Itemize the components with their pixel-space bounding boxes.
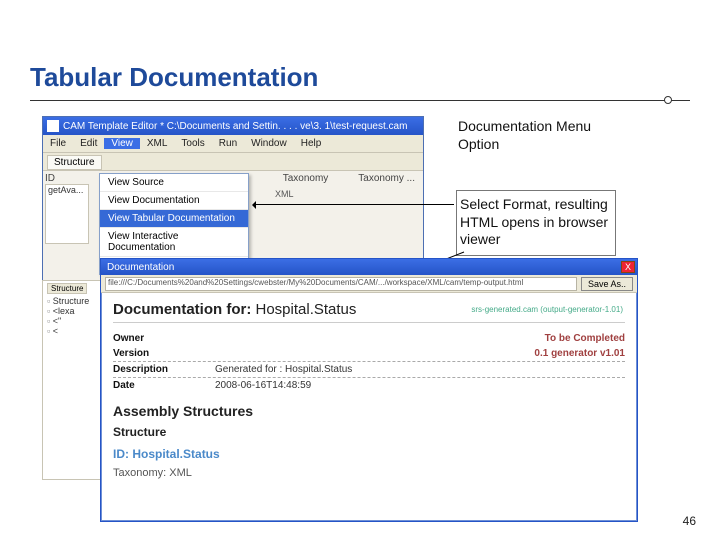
- tab-structure[interactable]: Structure: [47, 155, 102, 170]
- arrow-to-menu: [254, 204, 454, 205]
- structure-panel: Structure Structure <lexa <" <: [42, 280, 104, 480]
- struct-node: <lexa: [47, 306, 99, 316]
- menu-edit[interactable]: Edit: [73, 138, 104, 149]
- col-xml: XML: [275, 189, 294, 199]
- title-end-dot: [664, 96, 672, 104]
- meta-owner-k: Owner: [113, 333, 215, 344]
- doc-id-label: ID:: [113, 447, 132, 461]
- meta-tbc: To be Completed: [215, 333, 625, 344]
- annotation-box: [456, 190, 616, 256]
- doc-id: ID: Hospital.Status: [113, 447, 625, 461]
- title-divider: [30, 100, 690, 101]
- struct-node: <: [47, 326, 99, 336]
- divider: [113, 322, 625, 323]
- doc-heading-prefix: Documentation for:: [113, 301, 256, 318]
- col-id: ID: [45, 173, 87, 184]
- meta-date-v: 2008-06-16T14:48:59: [215, 380, 311, 391]
- editor-titlebar: CAM Template Editor * C:\Documents and S…: [43, 117, 423, 135]
- menu-xml[interactable]: XML: [140, 138, 175, 149]
- documentation-titlebar: Documentation: [103, 262, 174, 273]
- app-icon: [47, 120, 59, 132]
- meta-version-k: Version: [113, 348, 215, 359]
- menu-file[interactable]: File: [43, 138, 73, 149]
- close-icon[interactable]: X: [621, 261, 635, 273]
- save-as-button[interactable]: Save As..: [581, 277, 633, 291]
- doc-h2-assembly: Assembly Structures: [113, 403, 625, 419]
- meta-description-v: Generated for : Hospital.Status: [215, 364, 352, 375]
- mi-view-documentation[interactable]: View Documentation: [100, 192, 248, 210]
- doc-h3-structure: Structure: [113, 425, 625, 439]
- struct-node: <": [47, 316, 99, 326]
- menu-tools[interactable]: Tools: [174, 138, 211, 149]
- mi-view-interactive[interactable]: View Interactive Documentation: [100, 228, 248, 257]
- menu-run[interactable]: Run: [212, 138, 244, 149]
- editor-menubar: File Edit View XML Tools Run Window Help: [43, 135, 423, 153]
- meta-version-r: 0.1 generator v1.01: [215, 348, 625, 359]
- documentation-url[interactable]: file:///C:/Documents%20and%20Settings/cw…: [105, 277, 577, 291]
- mi-view-source[interactable]: View Source: [100, 174, 248, 192]
- doc-tax-label: Taxonomy:: [113, 467, 169, 479]
- menu-help[interactable]: Help: [294, 138, 329, 149]
- structure-tab[interactable]: Structure: [47, 283, 87, 294]
- meta-date-k: Date: [113, 380, 215, 391]
- doc-taxonomy: Taxonomy: XML: [113, 467, 625, 479]
- col-taxonomy-dots: Taxonomy ...: [358, 173, 415, 184]
- slide-title: Tabular Documentation: [30, 62, 318, 93]
- doc-tax-value: XML: [169, 467, 192, 479]
- doc-heading-value: Hospital.Status: [256, 301, 357, 318]
- documentation-window: Documentation X file:///C:/Documents%20a…: [100, 258, 638, 522]
- mi-view-tabular[interactable]: View Tabular Documentation: [100, 210, 248, 228]
- editor-titlebar-text: CAM Template Editor * C:\Documents and S…: [63, 121, 407, 132]
- annotation-menu-option: Documentation Menu Option: [458, 118, 591, 153]
- struct-node: Structure: [47, 296, 99, 306]
- page-number: 46: [683, 514, 696, 528]
- menu-view[interactable]: View: [104, 138, 140, 149]
- meta-description-k: Description: [113, 364, 215, 375]
- col-taxonomy: Taxonomy: [283, 173, 329, 184]
- doc-generator-tag: srs-generated.cam (output-generator-1.01…: [471, 305, 623, 314]
- row-getava: getAva...: [46, 185, 88, 195]
- menu-window[interactable]: Window: [244, 138, 294, 149]
- doc-id-value: Hospital.Status: [132, 447, 219, 461]
- editor-sub-tabs: Structure: [43, 153, 423, 171]
